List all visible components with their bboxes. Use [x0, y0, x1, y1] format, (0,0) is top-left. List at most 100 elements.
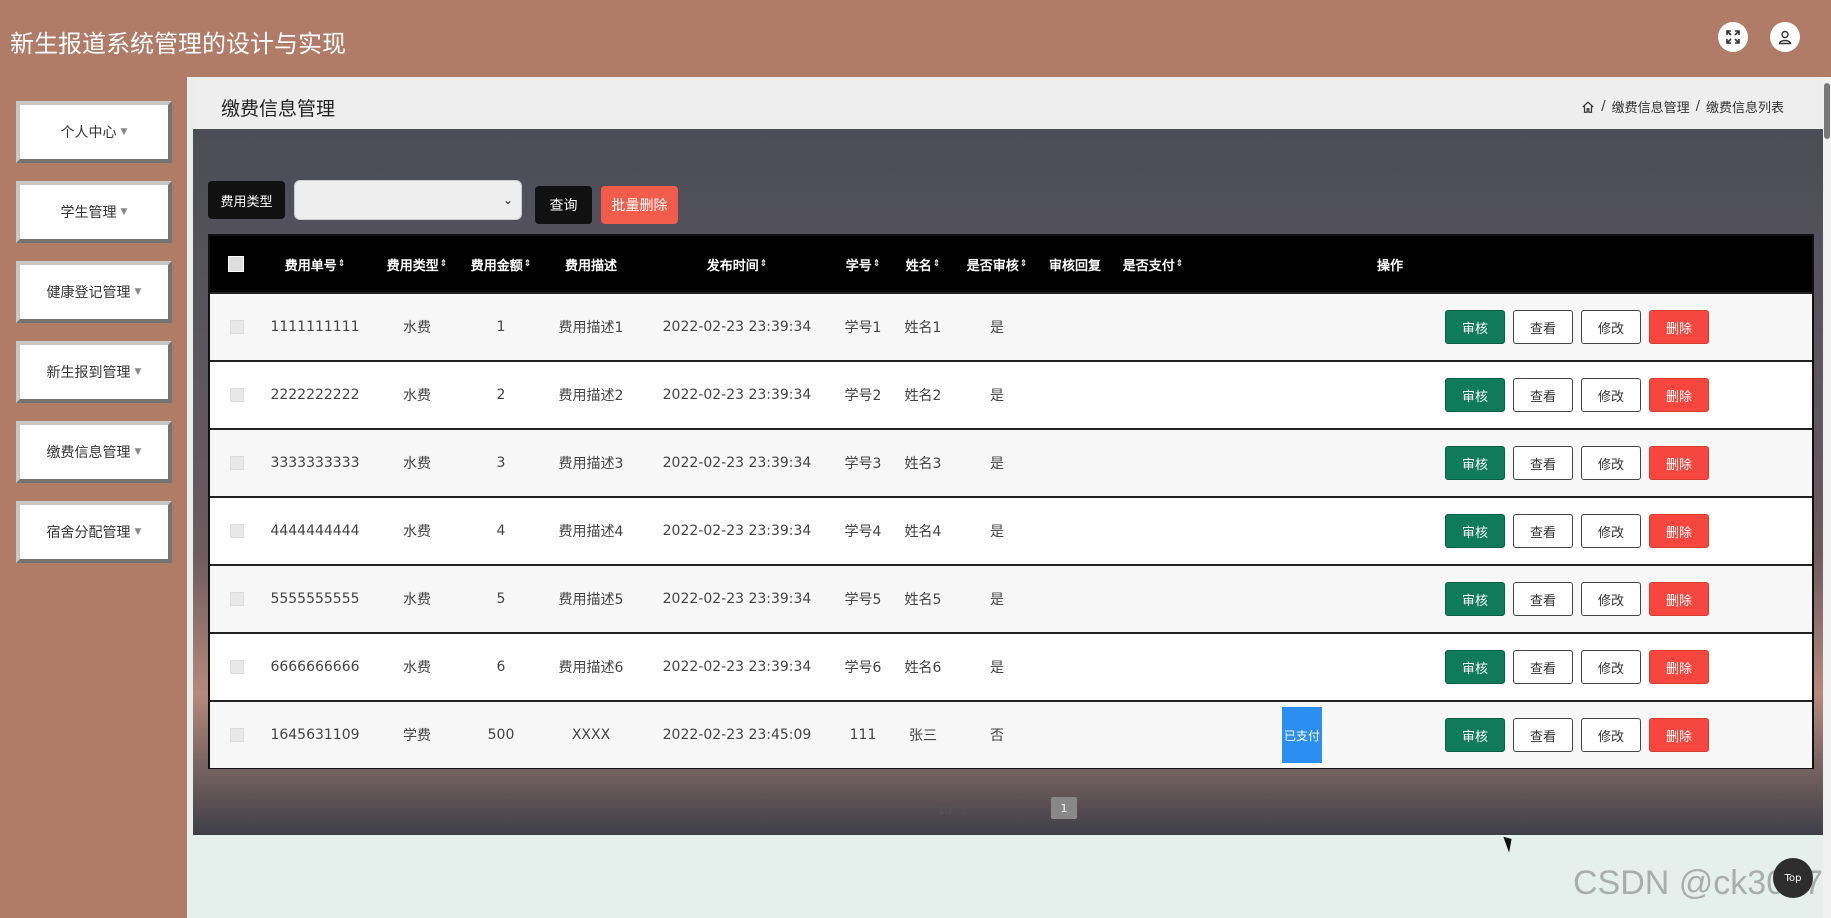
cell-name: 姓名5 [904, 592, 942, 608]
query-button[interactable]: 查询 [535, 186, 592, 224]
row-checkbox[interactable] [230, 524, 244, 538]
payment-table: 费用单号 ⇕ 费用类型 ⇕ 费用金额 ⇕ 费用描述 发布时间 ⇕ 学号 ⇕ 姓名 ⇕ 是否审… [208, 234, 1814, 769]
row-checkbox[interactable] [230, 388, 244, 402]
cell-publish-time: 2022-02-23 23:39:34 [662, 523, 812, 539]
cell-fee-type: 学费 [403, 728, 431, 744]
delete-button[interactable]: 删除 [1649, 650, 1709, 684]
view-button[interactable]: 查看 [1513, 582, 1573, 616]
delete-button[interactable]: 删除 [1649, 514, 1709, 548]
column-header-fee-type[interactable]: 费用类型 ⇕ [387, 236, 448, 292]
sort-icon: ⇕ [932, 259, 941, 269]
sidebar-item-label: 新生报到管理 [46, 365, 131, 381]
edit-button[interactable]: 修改 [1581, 446, 1641, 480]
cell-publish-time: 2022-02-23 23:39:34 [662, 591, 812, 607]
view-button[interactable]: 查看 [1513, 650, 1573, 684]
user-menu-button[interactable] [1770, 22, 1800, 52]
sidebar-item-student-management[interactable]: 学生管理 ▼ [16, 181, 172, 243]
home-icon[interactable] [1581, 100, 1595, 114]
view-button[interactable]: 查看 [1513, 310, 1573, 344]
sort-icon: ⇕ [523, 259, 532, 269]
cell-amount: 3 [496, 455, 506, 471]
view-button[interactable]: 查看 [1513, 718, 1573, 752]
audit-button[interactable]: 审核 [1445, 378, 1505, 412]
delete-button[interactable]: 删除 [1649, 582, 1709, 616]
sidebar-item-dormitory-allocation[interactable]: 宿舍分配管理 ▼ [16, 501, 172, 563]
sidebar-item-label: 个人中心 [60, 125, 117, 141]
cell-description: XXXX [571, 727, 611, 743]
edit-button[interactable]: 修改 [1581, 310, 1641, 344]
cell-fee-type: 水费 [403, 592, 431, 608]
column-header-paid[interactable]: 是否支付 ⇕ [1123, 236, 1184, 292]
table-row: 1111111111 水费 1 费用描述1 2022-02-23 23:39:34 学号1… [210, 292, 1812, 360]
row-checkbox[interactable] [230, 456, 244, 470]
cell-student-no: 学号5 [844, 592, 882, 608]
fee-type-filter-label: 费用类型 [208, 181, 285, 219]
table-header: 费用单号 ⇕ 费用类型 ⇕ 费用金额 ⇕ 费用描述 发布时间 ⇕ 学号 ⇕ 姓名 ⇕ 是否审… [210, 236, 1812, 292]
fullscreen-button[interactable] [1718, 22, 1748, 52]
view-button[interactable]: 查看 [1513, 446, 1573, 480]
breadcrumb-separator: / [1601, 99, 1606, 114]
batch-delete-button[interactable]: 批量删除 [601, 186, 678, 224]
sidebar-item-health-registration[interactable]: 健康登记管理 ▼ [16, 261, 172, 323]
edit-button[interactable]: 修改 [1581, 582, 1641, 616]
audit-button[interactable]: 审核 [1445, 582, 1505, 616]
audit-button[interactable]: 审核 [1445, 310, 1505, 344]
back-to-top-button[interactable]: Top [1773, 858, 1813, 898]
cell-student-no: 111 [849, 727, 877, 743]
edit-button[interactable]: 修改 [1581, 650, 1641, 684]
cell-description: 费用描述5 [558, 592, 624, 608]
edit-button[interactable]: 修改 [1581, 378, 1641, 412]
cell-order-no: 6666666666 [270, 659, 360, 675]
sidebar-item-new-student-registration[interactable]: 新生报到管理 ▼ [16, 341, 172, 403]
edit-button[interactable]: 修改 [1581, 514, 1641, 548]
column-header-description: 费用描述 [564, 258, 618, 274]
caret-down-icon: ▼ [120, 127, 128, 137]
breadcrumb-item[interactable]: 缴费信息管理 [1612, 97, 1690, 116]
audit-button[interactable]: 审核 [1445, 446, 1505, 480]
row-checkbox[interactable] [230, 592, 244, 606]
select-all-checkbox[interactable] [228, 256, 244, 272]
row-checkbox[interactable] [230, 728, 244, 742]
table-row: 5555555555 水费 5 费用描述5 2022-02-23 23:39:34 学号5… [210, 564, 1812, 632]
cell-name: 姓名6 [904, 660, 942, 676]
page-titlebar: 缴费信息管理 / 缴费信息管理 / 缴费信息列表 [193, 77, 1824, 129]
cell-publish-time: 2022-02-23 23:45:09 [662, 727, 812, 743]
row-checkbox[interactable] [230, 660, 244, 674]
sidebar: 个人中心 ▼ 学生管理 ▼ 健康登记管理 ▼ 新生报到管理 ▼ 缴费信息管理 ▼ 宿舍分配… [0, 77, 187, 918]
view-button[interactable]: 查看 [1513, 378, 1573, 412]
delete-button[interactable]: 删除 [1649, 718, 1709, 752]
sidebar-item-payment-management[interactable]: 缴费信息管理 ▼ [16, 421, 172, 483]
caret-down-icon: ▼ [134, 367, 142, 377]
cell-publish-time: 2022-02-23 23:39:34 [662, 387, 812, 403]
delete-button[interactable]: 删除 [1649, 446, 1709, 480]
page-scrollbar[interactable] [1823, 77, 1831, 918]
column-header-name[interactable]: 姓名 ⇕ [906, 236, 941, 292]
user-icon [1778, 30, 1792, 45]
fee-type-select[interactable]: ⌄ [294, 180, 522, 220]
cell-audited: 否 [990, 728, 1004, 744]
edit-button[interactable]: 修改 [1581, 718, 1641, 752]
delete-button[interactable]: 删除 [1649, 378, 1709, 412]
cell-order-no: 3333333333 [270, 455, 360, 471]
column-header-publish-time[interactable]: 发布时间 ⇕ [707, 236, 768, 292]
page-title: 缴费信息管理 [221, 98, 336, 120]
pager-page-current[interactable]: 1 [1051, 797, 1077, 819]
delete-button[interactable]: 删除 [1649, 310, 1709, 344]
audit-button[interactable]: 审核 [1445, 718, 1505, 752]
table-row: 2222222222 水费 2 费用描述2 2022-02-23 23:39:34 学号2… [210, 360, 1812, 428]
view-button[interactable]: 查看 [1513, 514, 1573, 548]
cell-amount: 5 [496, 591, 506, 607]
column-header-audited[interactable]: 是否审核 ⇕ [967, 236, 1028, 292]
scrollbar-thumb[interactable] [1824, 83, 1830, 139]
table-row: 1645631109 学费 500 XXXX 2022-02-23 23:45:09 11… [210, 700, 1812, 768]
page-size-select[interactable]: 10 ⌄ [938, 804, 969, 817]
sidebar-item-personal-center[interactable]: 个人中心 ▼ [16, 101, 172, 163]
row-checkbox[interactable] [230, 320, 244, 334]
cell-amount: 1 [496, 319, 506, 335]
cell-description: 费用描述6 [558, 660, 624, 676]
column-header-student-no[interactable]: 学号 ⇕ [846, 236, 881, 292]
column-header-order-no[interactable]: 费用单号 ⇕ [285, 236, 346, 292]
column-header-amount[interactable]: 费用金额 ⇕ [471, 236, 532, 292]
audit-button[interactable]: 审核 [1445, 650, 1505, 684]
audit-button[interactable]: 审核 [1445, 514, 1505, 548]
